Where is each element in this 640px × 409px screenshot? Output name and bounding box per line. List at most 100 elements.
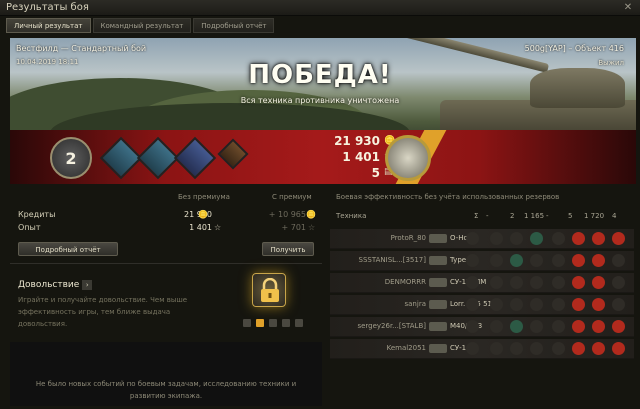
tank-icon xyxy=(429,344,447,353)
credits-base-icon: 🪙 xyxy=(198,210,208,219)
empty-stat-icon xyxy=(510,298,523,311)
satisfaction-progress xyxy=(243,319,303,327)
col-header: Σ xyxy=(474,212,479,220)
damage-icon xyxy=(572,298,585,311)
empty-stat-icon xyxy=(490,232,503,245)
team-player-name: Kemal2051 xyxy=(386,344,426,352)
empty-stat-icon xyxy=(552,320,565,333)
empty-stat-icon xyxy=(466,298,479,311)
team-player-name: DENMORRR xyxy=(384,278,426,286)
tab-detailed-report[interactable]: Подробный отчёт xyxy=(193,18,275,33)
damage-icon xyxy=(592,276,605,289)
events-panel: Не было новых событий по боевым задачам,… xyxy=(10,342,322,406)
chevron-right-icon[interactable]: › xyxy=(82,280,93,290)
detailed-report-button[interactable]: Подробный отчёт xyxy=(18,242,118,256)
battle-hero-medal-icon[interactable] xyxy=(385,135,431,181)
damage-icon xyxy=(592,320,605,333)
progress-step xyxy=(282,319,290,327)
battle-banner: Вестфилд — Стандартный бой 10.04.2019 18… xyxy=(10,38,636,136)
result-subtitle: Вся техника противника уничтожена xyxy=(240,96,400,105)
battle-location: Вестфилд — Стандартный бой xyxy=(16,44,147,53)
team-player-name: sanjra xyxy=(404,300,427,308)
team-row[interactable]: Kemal2051 СУ-14-2 xyxy=(330,339,634,359)
tab-personal-result[interactable]: Личный результат xyxy=(6,18,91,33)
events-message: Не было новых событий по боевым задачам,… xyxy=(35,380,297,400)
damage-icon xyxy=(612,232,625,245)
team-row[interactable]: sergey26r...[STALB]M40/M43 xyxy=(330,317,634,337)
damage-icon xyxy=(572,342,585,355)
assist-icon xyxy=(510,320,523,333)
damage-icon xyxy=(572,320,585,333)
empty-stat-icon xyxy=(466,320,479,333)
player-vehicle: 500g[YAP] – Объект 416 xyxy=(524,44,624,53)
empty-stat-icon xyxy=(530,254,543,267)
tank-icon xyxy=(429,256,447,265)
col-header: 4 xyxy=(612,212,617,220)
col-header: 2 xyxy=(510,212,515,220)
credits-label: Кредиты xyxy=(18,210,56,219)
empty-stat-icon xyxy=(612,276,625,289)
xp-premium-icon: ☆ xyxy=(308,223,316,232)
team-row[interactable]: sanjraLorr. 155 51 xyxy=(330,295,634,315)
empty-stat-icon xyxy=(490,298,503,311)
damage-icon xyxy=(612,320,625,333)
xp-base-value: 1 401 xyxy=(189,223,212,232)
summary-bonds: 5 xyxy=(371,166,380,180)
damage-icon xyxy=(592,254,605,267)
team-player-name: SSSTANISL...[3517] xyxy=(358,256,426,264)
damage-icon xyxy=(572,276,585,289)
col-header: 1 720 xyxy=(584,212,605,220)
credits-premium-icon: 🪙 xyxy=(306,210,316,219)
tab-team-result[interactable]: Командный результат xyxy=(92,18,192,33)
satisfaction-description: Играйте и получайте довольствие. Чем выш… xyxy=(18,296,188,328)
satisfaction-title: Довольствие xyxy=(18,280,80,290)
damage-icon xyxy=(572,254,585,267)
empty-stat-icon xyxy=(510,342,523,355)
col-header: 5 xyxy=(568,212,573,220)
damage-icon xyxy=(592,232,605,245)
progress-step xyxy=(256,319,264,327)
empty-stat-icon xyxy=(530,276,543,289)
tank-icon xyxy=(429,300,447,309)
empty-stat-icon xyxy=(490,320,503,333)
empty-stat-icon xyxy=(552,298,565,311)
xp-label: Опыт xyxy=(18,223,41,232)
empty-stat-icon xyxy=(490,342,503,355)
progress-step xyxy=(269,319,277,327)
empty-stat-icon xyxy=(612,254,625,267)
summary-xp: 1 401 xyxy=(342,150,380,164)
empty-stat-icon xyxy=(612,298,625,311)
empty-stat-icon xyxy=(530,342,543,355)
tank-icon xyxy=(429,278,447,287)
empty-stat-icon xyxy=(466,276,479,289)
close-icon[interactable]: ✕ xyxy=(622,2,634,14)
team-row[interactable]: ProtoR_80 O-Ho xyxy=(330,229,634,249)
assist-icon xyxy=(510,254,523,267)
col-without-premium: Без премиума xyxy=(178,193,230,201)
empty-stat-icon xyxy=(466,342,479,355)
team-player-name: ProtoR_80 xyxy=(390,234,426,242)
assist-icon xyxy=(530,232,543,245)
empty-stat-icon xyxy=(552,232,565,245)
window-title: Результаты боя xyxy=(6,2,89,13)
progress-step xyxy=(295,319,303,327)
empty-stat-icon xyxy=(552,254,565,267)
empty-stat-icon xyxy=(510,276,523,289)
summary-credits: 21 930 xyxy=(334,134,380,148)
empty-stat-icon xyxy=(490,276,503,289)
rank-medal[interactable]: 2 xyxy=(50,137,92,179)
team-row[interactable]: SSSTANISL...[3517] Type 59 xyxy=(330,251,634,271)
satisfaction-section[interactable]: Довольствие › xyxy=(18,280,93,290)
empty-stat-icon xyxy=(466,254,479,267)
damage-icon xyxy=(572,232,585,245)
empty-stat-icon xyxy=(552,342,565,355)
damage-icon xyxy=(592,342,605,355)
progress-step xyxy=(243,319,251,327)
team-row[interactable]: DENMORRRСУ-130ПМ xyxy=(330,273,634,293)
get-button[interactable]: Получить xyxy=(262,242,314,256)
col-header: - xyxy=(546,212,549,220)
credits-premium-value: + 10 965 xyxy=(268,210,306,219)
col-vehicle: Техника xyxy=(336,212,367,220)
empty-stat-icon xyxy=(466,232,479,245)
tank-icon xyxy=(429,234,447,243)
